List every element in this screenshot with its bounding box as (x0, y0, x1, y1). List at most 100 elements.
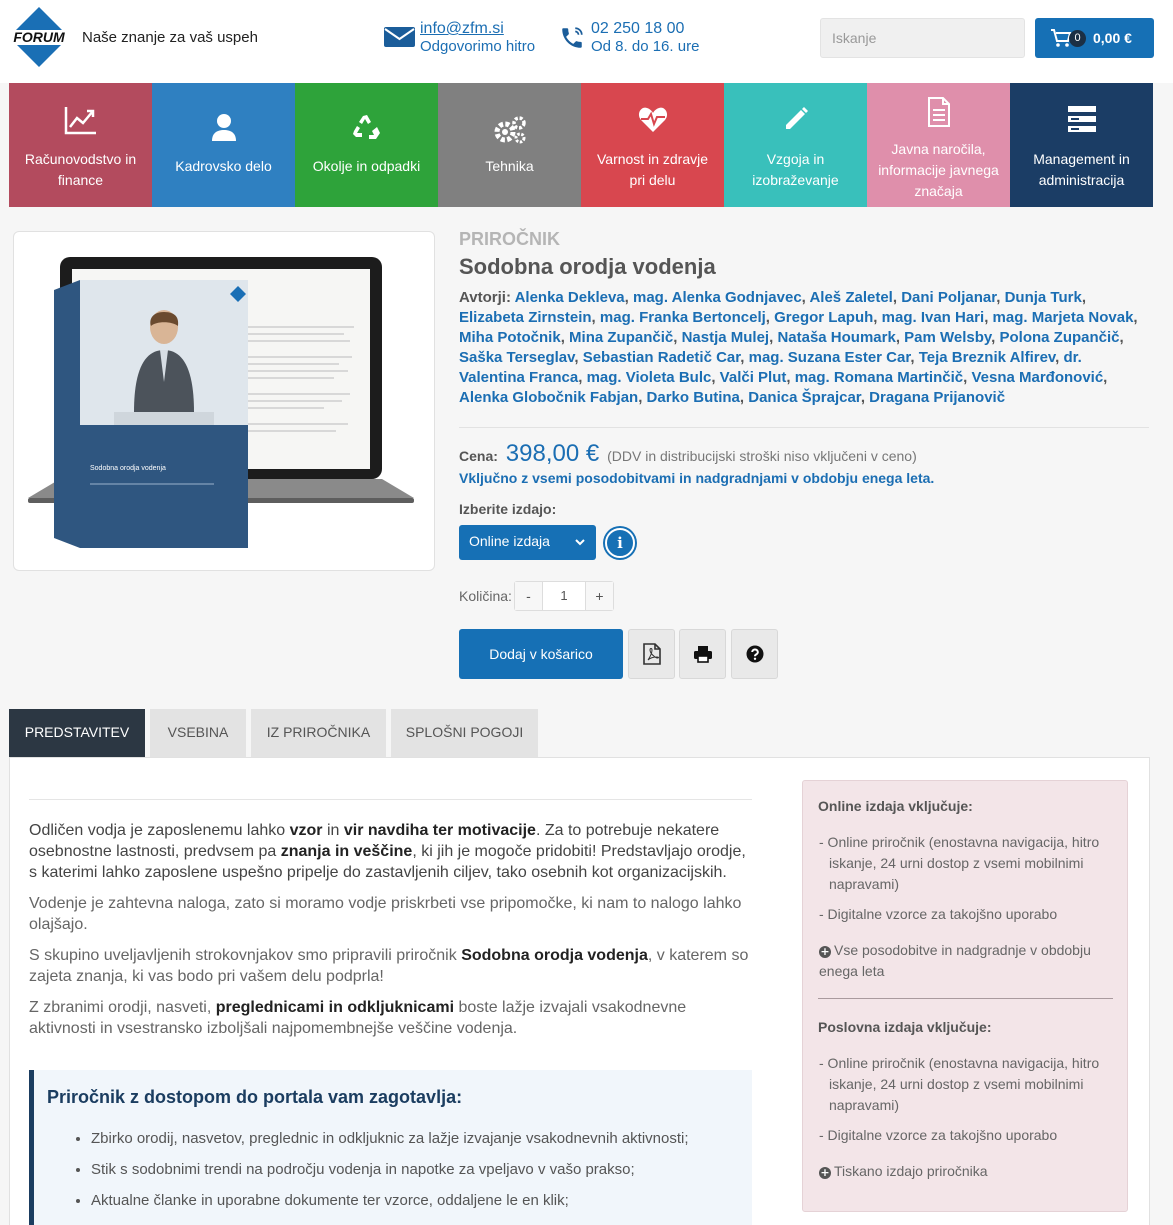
add-to-cart-button[interactable]: Dodaj v košarico (459, 629, 623, 679)
cart-count-badge: 0 (1069, 30, 1086, 47)
author-link[interactable]: Vesna Marđonović (971, 369, 1103, 386)
product-title: Sodobna orodja vodenja (459, 254, 716, 279)
portal-benefits-list: Zbirko orodij, nasvetov, preglednic in o… (91, 1123, 741, 1225)
category-label: Varnost in zdravje pri delu (596, 151, 708, 188)
chart-icon (64, 107, 96, 135)
author-link[interactable]: Dunja Turk (1005, 289, 1082, 306)
author-link[interactable]: Aleš Zaletel (809, 289, 892, 306)
person-icon (211, 114, 236, 141)
authors-list: Avtorji: Alenka Dekleva, mag. Alenka God… (459, 289, 1138, 406)
edition-comparison-box: Online izdaja vključuje: - Online priroč… (802, 780, 1128, 1212)
logo-text: FORUM (13, 29, 65, 45)
author-link[interactable]: Polona Zupančič (1000, 329, 1120, 346)
phone-hours: Od 8. do 16. ure (591, 38, 700, 55)
pdf-button[interactable] (628, 629, 675, 679)
envelope-icon (384, 27, 415, 47)
author-link[interactable]: Dragana Prijanovič (869, 389, 1005, 406)
quantity-input[interactable]: 1 (542, 582, 586, 610)
business-item-1: - Online priročnik (enostavna navigacija… (819, 1055, 1100, 1113)
edition-select[interactable]: Online izdaja (459, 525, 596, 560)
author-link[interactable]: Elizabeta Zirnstein (459, 309, 592, 326)
author-link[interactable]: Valči Plut (720, 369, 787, 386)
phone-contact: 02 250 18 00 Od 8. do 16. ure (591, 19, 699, 56)
info-icon[interactable]: i (605, 528, 635, 558)
plus-circle-icon: + (819, 1166, 831, 1179)
list-item: Zbirko orodij, nasvetov, preglednic in o… (91, 1123, 741, 1154)
tagline: Naše znanje za vaš uspeh (82, 29, 258, 46)
business-item-3: + Tiskano izdajo priročnika (819, 1163, 988, 1179)
author-link[interactable]: Mina Zupančič (569, 329, 673, 346)
author-link[interactable]: mag. Suzana Ester Car (749, 349, 911, 366)
edition-selected: Online izdaja (469, 533, 550, 549)
document-icon (927, 97, 950, 127)
author-link[interactable]: Danica Šprajcar (748, 389, 861, 406)
online-item-2: - Digitalne vzorce za takojšno uporabo (819, 906, 1058, 922)
tab-splosni-pogoji[interactable]: SPLOŠNI POGOJI (391, 709, 538, 757)
intro-paragraph-1: Odličen vodja je zaposlenemu lahko vzor … (29, 822, 746, 881)
author-link[interactable]: Alenka Dekleva (515, 289, 625, 306)
quantity-plus-button[interactable]: + (586, 582, 613, 610)
quantity-minus-button[interactable]: - (515, 582, 542, 610)
email-note: Odgovorimo hitro (420, 38, 536, 55)
printer-icon (693, 646, 712, 663)
email-contact: info@zfm.si Odgovorimo hitro (420, 19, 535, 56)
category-label: Kadrovsko delo (175, 158, 272, 174)
category-label: Management in administracija (1033, 151, 1130, 188)
server-icon (1067, 106, 1096, 132)
cart-button[interactable]: 0 0,00 € (1035, 18, 1154, 58)
list-item: Stik s sodobnimi trendi na področju vode… (91, 1154, 741, 1185)
author-link[interactable]: Darko Butina (647, 389, 740, 406)
online-edition-heading: Online izdaja vključuje: (818, 798, 973, 814)
online-item-3: + Vse posodobitve in nadgradnje v obdobju… (819, 942, 1091, 979)
chevron-down-icon (575, 539, 585, 546)
list-item: Dostop do spletnega izvoda priročnika, d… (91, 1216, 741, 1225)
author-link[interactable]: Alenka Globočnik Fabjan (459, 389, 638, 406)
author-link[interactable]: mag. Ivan Hari (882, 309, 985, 326)
author-link[interactable]: Sebastian Radetič Car (583, 349, 741, 366)
author-link[interactable]: Nastja Mulej (682, 329, 770, 346)
tab-vsebina[interactable]: VSEBINA (150, 709, 246, 757)
author-link[interactable]: Saška Terseglav (459, 349, 574, 366)
author-link[interactable]: mag. Violeta Bulc (587, 369, 712, 386)
author-link[interactable]: Nataša Houmark (777, 329, 895, 346)
business-edition-heading: Poslovna izdaja vključuje: (818, 1019, 992, 1035)
included-note: Vključno z vsemi posodobitvami in nadgra… (459, 470, 935, 486)
search-input[interactable] (820, 18, 1025, 58)
print-button[interactable] (679, 629, 726, 679)
recycle-icon (352, 115, 380, 139)
quantity-stepper: - 1 + (514, 581, 614, 611)
author-link[interactable]: Dani Poljanar (901, 289, 996, 306)
author-link[interactable]: Pam Welsby (904, 329, 991, 346)
business-item-2: - Digitalne vzorce za takojšno uporabo (819, 1127, 1058, 1143)
category-vzgoja[interactable]: Vzgoja in izobraževanje (724, 83, 867, 207)
tab-iz-prirocnika[interactable]: IZ PRIROČNIKA (251, 709, 386, 757)
intro-paragraph-2: Vodenje je zahtevna naloga, zato si mora… (29, 895, 742, 933)
category-management[interactable]: Management in administracija (1010, 83, 1153, 207)
cart-total: 0,00 € (1093, 30, 1132, 46)
author-link[interactable]: Miha Potočnik (459, 329, 561, 346)
author-link[interactable]: mag. Romana Martinčič (795, 369, 963, 386)
author-link[interactable]: mag. Marjeta Novak (993, 309, 1134, 326)
pencil-icon (785, 107, 808, 129)
phone-icon (562, 27, 583, 48)
divider (818, 998, 1113, 999)
price-label: Cena: (459, 448, 498, 464)
authors-label: Avtorji: (459, 289, 511, 306)
help-button[interactable] (731, 629, 778, 679)
author-link[interactable]: Gregor Lapuh (774, 309, 873, 326)
tab-predstavitev[interactable]: PREDSTAVITEV (9, 709, 145, 766)
category-label: Tehnika (485, 158, 534, 174)
category-kadrovsko[interactable]: Kadrovsko delo (152, 83, 295, 207)
category-javna-narocila[interactable]: Javna naročila, informacije javnega znač… (867, 83, 1010, 207)
forum-logo[interactable]: FORUM (8, 6, 70, 68)
phone-number[interactable]: 02 250 18 00 (591, 19, 699, 38)
email-link[interactable]: info@zfm.si (420, 19, 535, 38)
category-label: Računovodstvo in finance (24, 151, 137, 188)
category-tehnika[interactable]: Tehnika (438, 83, 581, 207)
author-link[interactable]: mag. Alenka Godnjavec (633, 289, 802, 306)
category-racunovodstvo[interactable]: Računovodstvo in finance (9, 83, 152, 207)
category-okolje[interactable]: Okolje in odpadki (295, 83, 438, 207)
author-link[interactable]: Teja Breznik Alfirev (919, 349, 1055, 366)
category-varnost[interactable]: Varnost in zdravje pri delu (581, 83, 724, 207)
author-link[interactable]: mag. Franka Bertoncelj (600, 309, 766, 326)
